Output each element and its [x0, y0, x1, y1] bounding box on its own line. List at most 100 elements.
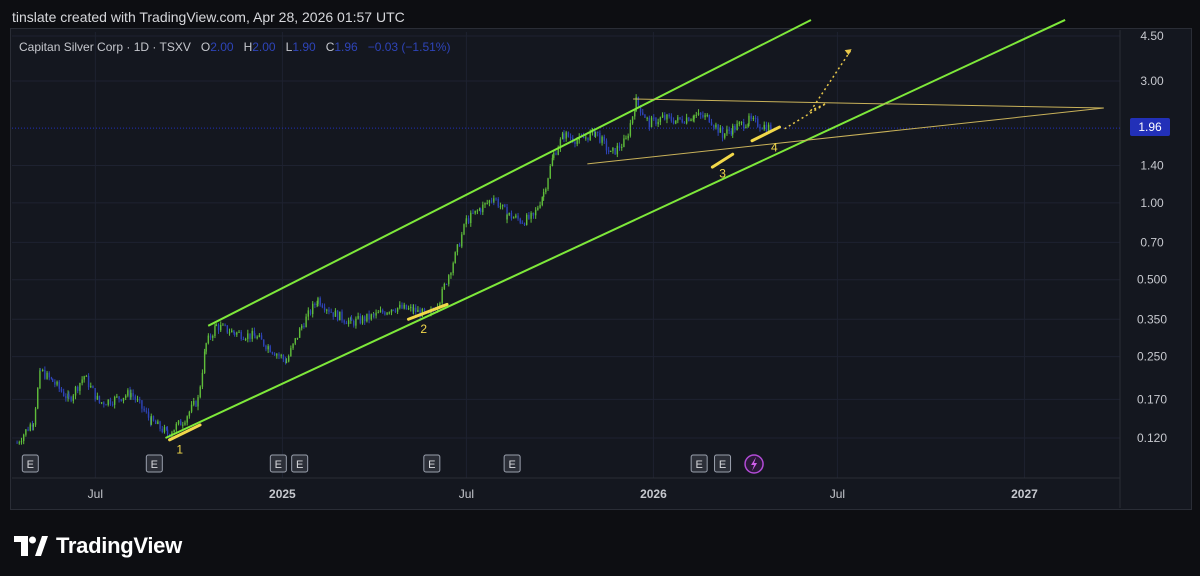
candle-body	[697, 112, 700, 115]
earnings-marker[interactable]: E	[423, 454, 441, 473]
candle-body	[249, 333, 251, 339]
candle-body	[124, 395, 127, 398]
candle-body	[182, 424, 184, 426]
candle-body	[728, 129, 730, 132]
candle-body	[528, 214, 530, 219]
earnings-marker[interactable]: E	[145, 454, 163, 473]
candle-body	[683, 122, 686, 124]
candle-body	[197, 397, 199, 407]
candle-body	[39, 369, 42, 371]
earnings-marker-label: E	[296, 459, 303, 471]
candle-body	[740, 121, 743, 123]
earnings-marker[interactable]: E	[269, 454, 287, 473]
earnings-marker-label: E	[508, 459, 515, 471]
candle-body	[443, 283, 446, 289]
candle-body	[307, 310, 310, 317]
y-tick-label: 1.40	[1140, 159, 1164, 173]
y-tick-label: 0.500	[1137, 273, 1167, 287]
earnings-marker[interactable]: E	[690, 454, 708, 473]
candle-body	[260, 335, 263, 340]
candle-body	[98, 395, 101, 403]
candle-body	[87, 375, 90, 388]
earnings-marker[interactable]: E	[291, 454, 309, 473]
candle-body	[184, 422, 186, 425]
candle-body	[186, 416, 188, 423]
candle-body	[173, 429, 175, 433]
candle-body	[501, 204, 504, 207]
candle-body	[254, 335, 256, 339]
candle-body	[517, 215, 519, 219]
candle-body	[247, 333, 249, 339]
candle-body	[685, 117, 688, 124]
candle-body	[715, 124, 717, 128]
candle-body	[616, 145, 619, 155]
candle-body	[330, 311, 332, 313]
candle-body	[188, 411, 191, 417]
candle-body	[359, 316, 362, 324]
candle-body	[357, 316, 359, 319]
high-label: H	[243, 40, 253, 54]
candle-body	[83, 376, 85, 380]
candle-body	[85, 375, 88, 377]
candle-body	[190, 404, 193, 412]
close-value: 1.96	[334, 40, 358, 54]
candle-body	[655, 117, 657, 125]
candle-body	[319, 298, 321, 306]
candle-body	[736, 123, 738, 131]
earnings-marker[interactable]: E	[714, 454, 732, 473]
candle-body	[22, 434, 25, 442]
candle-body	[629, 123, 632, 136]
earnings-marker[interactable]: E	[21, 454, 39, 473]
candle-body	[623, 138, 625, 147]
candle-body	[610, 150, 612, 152]
candle-body	[754, 117, 757, 119]
candle-body	[276, 354, 278, 356]
candle-body	[576, 140, 578, 144]
candle-body	[150, 416, 152, 425]
candle-body	[763, 124, 765, 130]
candle-body	[401, 304, 403, 309]
tradingview-brand[interactable]: TradingView	[14, 533, 182, 559]
candle-body	[767, 124, 770, 132]
candle-body	[699, 112, 702, 115]
candle-body	[269, 346, 271, 353]
price-chart[interactable]: 4.50 3.00 1.40 1.00 0.70 0.500 0.350 0.250 0.170…	[0, 0, 1200, 576]
symbol-name[interactable]: Capitan Silver Corp · 1D · TSXV	[19, 40, 191, 54]
candle-body	[484, 202, 486, 205]
candle-body	[238, 331, 240, 333]
candle-body	[301, 325, 303, 329]
candle-body	[399, 304, 401, 308]
candle-body	[390, 309, 393, 313]
candle-body	[653, 117, 655, 119]
candle-body	[504, 204, 506, 208]
candle-body	[56, 381, 58, 385]
candle-body	[677, 117, 679, 121]
candle-body	[141, 400, 143, 409]
candle-body	[515, 215, 517, 218]
earnings-marker[interactable]: E	[503, 454, 521, 473]
candle-body	[594, 131, 597, 137]
candle-body	[353, 320, 355, 326]
candle-body	[679, 117, 681, 119]
candle-body	[96, 395, 99, 400]
candle-body	[263, 339, 265, 346]
candle-body	[278, 354, 280, 356]
wave-label: 2	[420, 322, 427, 336]
lightning-event-icon[interactable]	[744, 454, 764, 474]
candle-body	[493, 198, 495, 202]
earnings-marker-label: E	[27, 459, 34, 471]
candle-body	[290, 348, 292, 357]
candle-body	[672, 120, 675, 124]
candle-body	[659, 117, 662, 123]
tradingview-wordmark: TradingView	[56, 533, 182, 558]
candle-body	[470, 212, 472, 224]
candle-body	[407, 308, 410, 310]
candle-body	[332, 312, 334, 317]
candle-body	[90, 385, 92, 388]
candle-body	[675, 120, 677, 124]
candle-body	[488, 200, 491, 203]
candle-body	[704, 115, 706, 118]
y-tick-label: 0.70	[1140, 235, 1164, 249]
candle-body	[314, 303, 316, 305]
candle-body	[384, 312, 386, 315]
